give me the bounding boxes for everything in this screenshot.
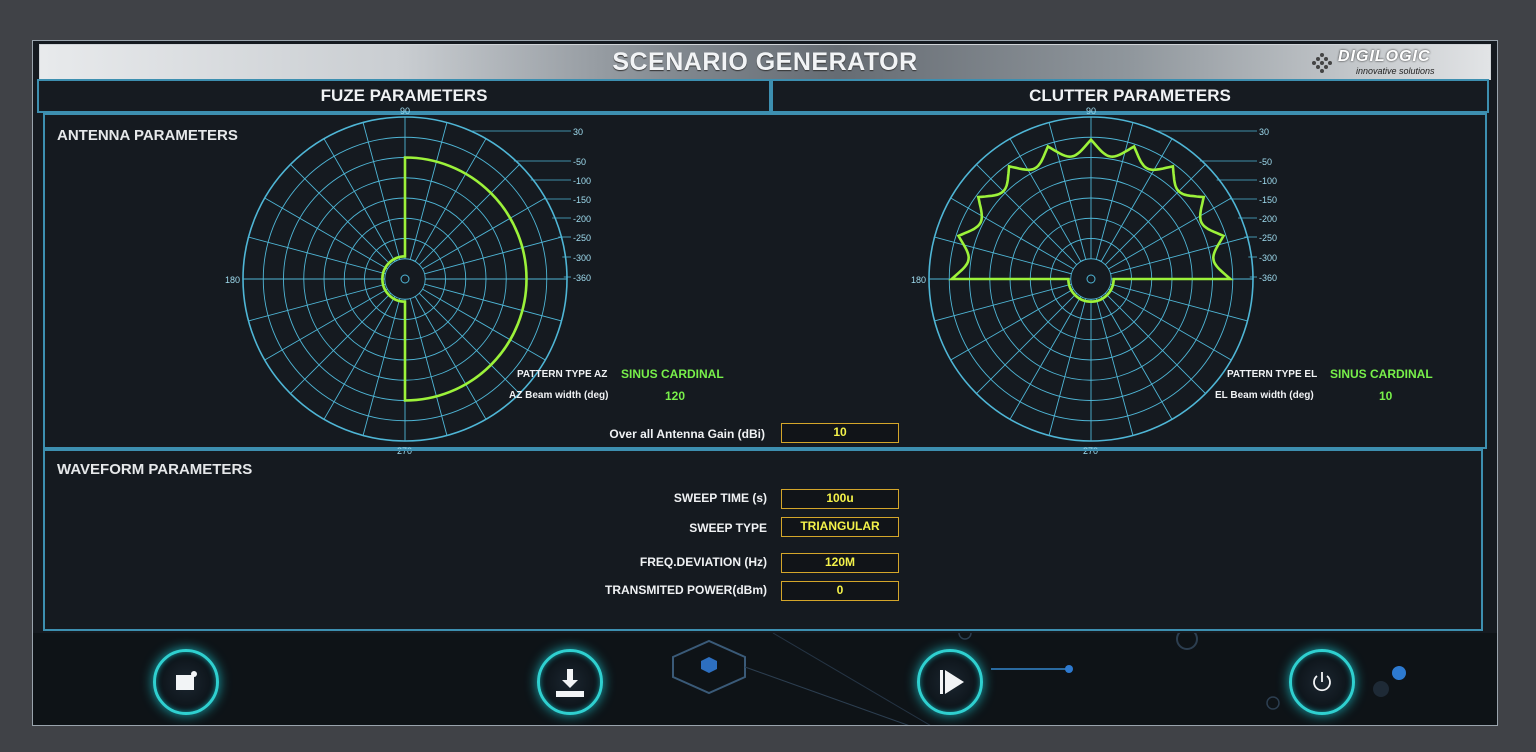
app-title: SCENARIO GENERATOR: [612, 48, 918, 76]
az-ring-label: -100: [573, 176, 591, 186]
freq-deviation-field[interactable]: 120M: [781, 553, 899, 573]
az-ring-label: -250: [573, 233, 591, 243]
el-ring-label: -100: [1259, 176, 1277, 186]
el-pattern-type-value: SINUS CARDINAL: [1330, 367, 1433, 381]
play-button[interactable]: [917, 649, 983, 715]
download-icon: [556, 669, 584, 697]
transmitted-power-field[interactable]: 0: [781, 581, 899, 601]
el-grid-spoke: [976, 293, 1077, 394]
el-angle-180: 180: [911, 275, 926, 285]
power-button[interactable]: [1289, 649, 1355, 715]
el-ring-label: -200: [1259, 214, 1277, 224]
el-ring-label: -250: [1259, 233, 1277, 243]
az-ring-label: 30: [573, 127, 583, 137]
az-grid-spoke: [290, 293, 391, 394]
az-grid-ring: [384, 258, 426, 300]
el-center: [1086, 274, 1096, 284]
el-ring-label: 30: [1259, 127, 1269, 137]
sweep-type-select[interactable]: TRIANGULAR: [781, 517, 899, 537]
az-grid-spoke: [419, 164, 520, 265]
el-beam-width-label: EL Beam width (deg): [1215, 390, 1314, 401]
el-pattern-type-label: PATTERN TYPE EL: [1227, 369, 1318, 380]
waveform-parameters-panel: WAVEFORM PARAMETERS SWEEP TIME (s) 100u …: [43, 449, 1483, 631]
tab-clutter-parameters[interactable]: CLUTTER PARAMETERS: [771, 79, 1489, 113]
az-ring-label: -150: [573, 195, 591, 205]
el-ring-label: -300: [1259, 253, 1277, 263]
play-icon: [940, 670, 964, 694]
az-angle-180: 180: [225, 275, 240, 285]
el-grid-spoke: [1105, 293, 1206, 394]
brand-logo: DIGILOGIC innovative solutions: [1308, 47, 1478, 79]
az-ring-label: -360: [573, 273, 591, 283]
sweep-type-label: SWEEP TYPE: [689, 521, 767, 535]
el-grid-spoke: [976, 164, 1077, 265]
el-ring-label: -360: [1259, 273, 1277, 283]
bottom-toolbar: [33, 633, 1497, 725]
el-grid-spoke: [1105, 164, 1206, 265]
az-beam-width-value: 120: [665, 389, 686, 403]
az-center: [400, 274, 410, 284]
new-file-icon: [176, 671, 197, 690]
power-icon: [1313, 672, 1331, 692]
az-pattern-type-value: SINUS CARDINAL: [621, 367, 724, 381]
decor-circuit-graphic: [672, 633, 1406, 725]
el-angle-90: 90: [1086, 106, 1096, 116]
title-bar: SCENARIO GENERATOR DIGILOGIC innovative …: [39, 44, 1491, 80]
az-ring-label: -50: [573, 157, 586, 167]
freq-deviation-label: FREQ.DEVIATION (Hz): [639, 555, 767, 569]
antenna-gain-label: Over all Antenna Gain (dBi): [609, 427, 765, 441]
el-ring-label: -150: [1259, 195, 1277, 205]
logo-text: DIGILOGIC: [1338, 48, 1431, 65]
el-grid-ring: [1070, 258, 1112, 300]
transmitted-power-label: TRANSMITED POWER(dBm): [605, 583, 767, 597]
az-ring-label: -300: [573, 253, 591, 263]
az-ring-label: -200: [573, 214, 591, 224]
az-pattern-type-label: PATTERN TYPE AZ: [517, 369, 608, 380]
el-ring-label: -50: [1259, 157, 1272, 167]
new-scenario-button[interactable]: [153, 649, 219, 715]
az-grid-spoke: [419, 293, 520, 394]
az-angle-90: 90: [400, 106, 410, 116]
antenna-parameters-panel: ANTENNA PARAMETERS 30 -50 -100 -150 -200 -250…: [43, 106, 1487, 456]
download-button[interactable]: [537, 649, 603, 715]
logo-tagline: innovative solutions: [1356, 66, 1435, 76]
el-beam-width-value: 10: [1379, 389, 1393, 403]
antenna-gain-field[interactable]: 10: [781, 423, 899, 443]
logo-mark-icon: [1312, 53, 1332, 73]
az-beam-width-label: AZ Beam width (deg): [509, 390, 609, 401]
app-window: SCENARIO GENERATOR DIGILOGIC innovative …: [32, 40, 1498, 726]
sweep-time-label: SWEEP TIME (s): [673, 491, 767, 505]
sweep-time-field[interactable]: 100u: [781, 489, 899, 509]
waveform-panel-title: WAVEFORM PARAMETERS: [57, 461, 253, 478]
az-grid-spoke: [290, 164, 391, 265]
